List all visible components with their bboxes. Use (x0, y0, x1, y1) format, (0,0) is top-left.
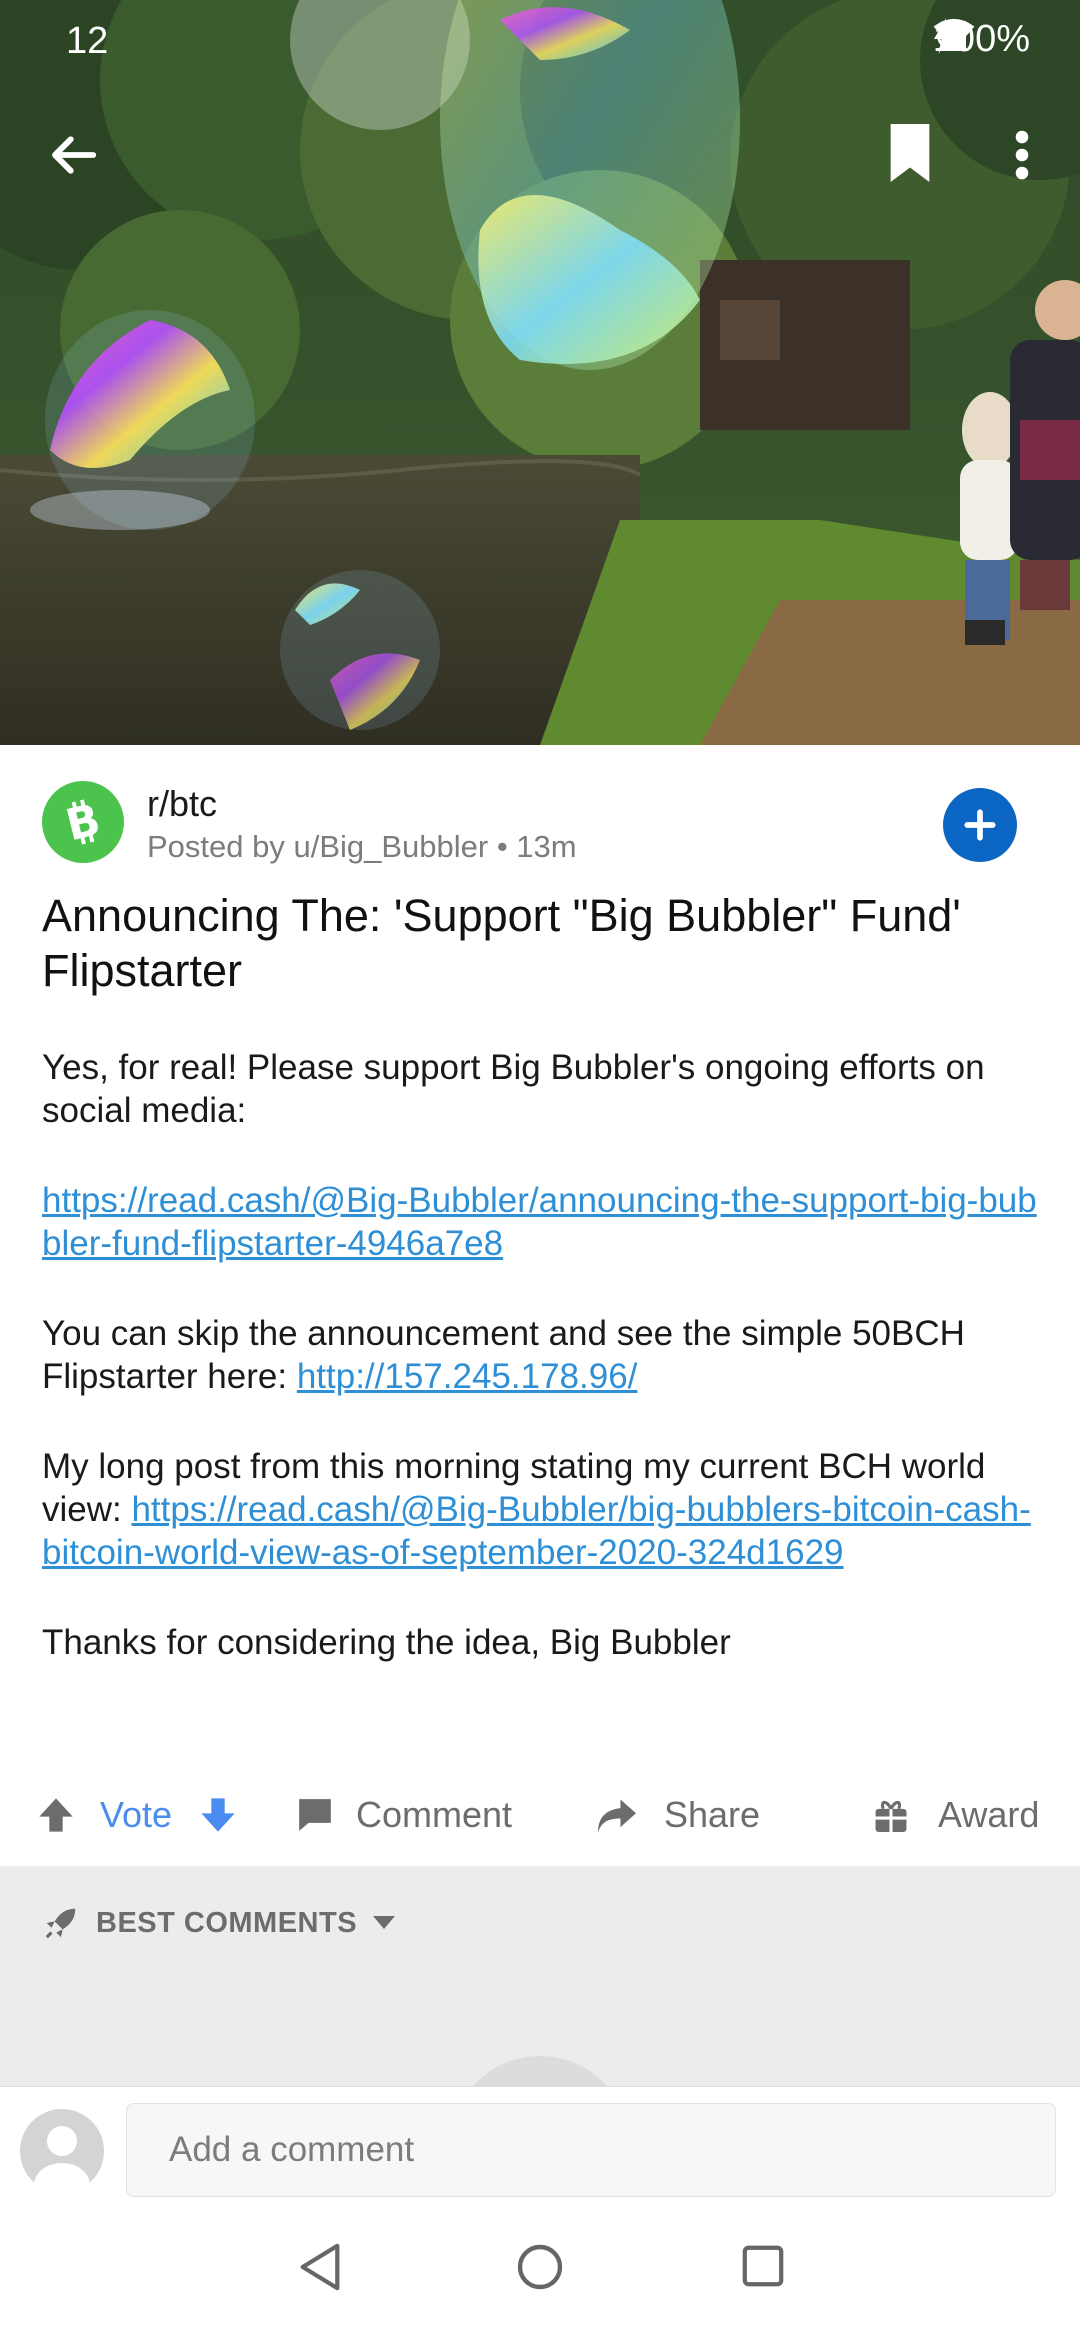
comment-composer (0, 2086, 1080, 2213)
comments-section: BEST COMMENTS (0, 1866, 1080, 2146)
downvote-icon[interactable] (198, 1795, 238, 1835)
nav-back-icon[interactable] (296, 2242, 344, 2292)
plus-icon (964, 809, 996, 841)
award-label: Award (938, 1794, 1040, 1835)
subreddit-name[interactable]: r/btc (147, 783, 217, 825)
status-time: 12 (66, 20, 109, 62)
share-icon (598, 1799, 636, 1833)
flipstarter-link[interactable]: http://157.245.178.96/ (297, 1357, 638, 1396)
post-image-graphic (0, 0, 1080, 745)
body-paragraph: Yes, for real! Please support Big Bubble… (42, 1048, 985, 1130)
caret-down-icon (373, 1916, 396, 1929)
nav-home-icon[interactable] (516, 2242, 564, 2292)
award-button[interactable]: Award (874, 1780, 1039, 1850)
vote-group: Vote (36, 1780, 238, 1850)
world-view-link[interactable]: https://read.cash/@Big-Bubbler/big-bubbl… (42, 1490, 1031, 1572)
status-bar: 12 100% (0, 0, 1080, 80)
status-icons: 100% (933, 18, 1030, 61)
user-avatar[interactable] (20, 2109, 104, 2193)
charging-icon (933, 18, 952, 54)
body-paragraph: https://read.cash/@Big-Bubbler/announcin… (42, 1179, 1042, 1265)
bitcoin-cash-icon: B (61, 796, 105, 848)
nav-recents-icon[interactable] (740, 2242, 786, 2290)
default-avatar-icon (34, 2126, 90, 2193)
body-paragraph: My long post from this morning stating m… (42, 1445, 1042, 1574)
comment-label: Comment (356, 1794, 513, 1835)
share-button[interactable]: Share (596, 1780, 760, 1850)
comment-button[interactable]: Comment (296, 1780, 512, 1850)
back-arrow-icon[interactable] (46, 128, 100, 182)
announcement-link[interactable]: https://read.cash/@Big-Bubbler/announcin… (42, 1181, 1037, 1263)
post-action-bar: Vote Comment Share Award (0, 1780, 1080, 1850)
post-image[interactable]: 12 100% (0, 0, 1080, 745)
post-body: Yes, for real! Please support Big Bubble… (42, 1046, 1042, 1711)
upvote-icon[interactable] (36, 1795, 76, 1835)
share-label: Share (664, 1794, 761, 1835)
body-paragraph: You can skip the announcement and see th… (42, 1312, 1042, 1398)
award-gift-icon (875, 1800, 907, 1832)
comment-sort-label: BEST COMMENTS (96, 1906, 358, 1939)
subreddit-avatar[interactable]: B (42, 781, 124, 863)
comment-sort-dropdown[interactable]: BEST COMMENTS (42, 1904, 396, 1942)
more-options-icon[interactable] (1008, 128, 1036, 182)
join-button[interactable] (943, 788, 1017, 862)
body-paragraph: Thanks for considering the idea, Big Bub… (42, 1623, 731, 1662)
comment-icon (299, 1799, 331, 1831)
vote-label: Vote (100, 1794, 173, 1835)
post-title: Announcing The: 'Support "Big Bubbler" F… (42, 890, 961, 996)
comment-input[interactable] (126, 2103, 1056, 2197)
post-meta[interactable]: Posted by u/Big_Bubbler • 13m (147, 829, 577, 865)
system-navigation-bar (0, 2212, 1080, 2340)
rocket-icon (45, 1908, 76, 1939)
bookmark-icon[interactable] (884, 124, 936, 182)
